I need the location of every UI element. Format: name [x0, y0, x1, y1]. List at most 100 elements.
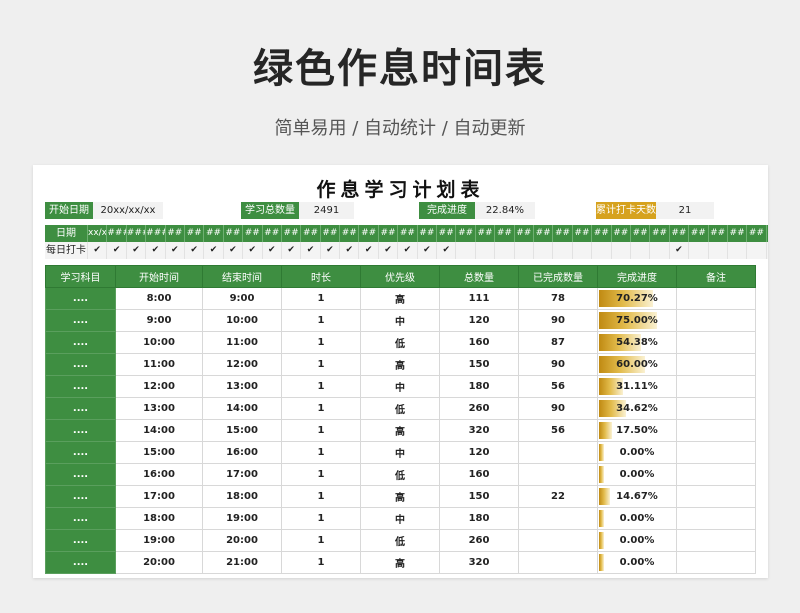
- checkin-cell[interactable]: [513, 242, 533, 259]
- done-count-cell[interactable]: 78: [518, 287, 598, 310]
- checkin-cell[interactable]: [591, 242, 611, 259]
- date-cell[interactable]: ##: [377, 225, 398, 242]
- subject-cell[interactable]: ....: [45, 353, 116, 376]
- priority-cell[interactable]: 中: [360, 441, 440, 464]
- subject-cell[interactable]: ....: [45, 419, 116, 442]
- checkin-cell[interactable]: ✔: [416, 242, 437, 259]
- subject-cell[interactable]: ....: [45, 463, 116, 486]
- priority-cell[interactable]: 高: [360, 485, 440, 508]
- checkin-cell[interactable]: ✔: [164, 242, 184, 259]
- progress-cell[interactable]: 0.00%: [597, 529, 677, 552]
- note-cell[interactable]: [676, 485, 756, 508]
- subject-cell[interactable]: ....: [45, 485, 116, 508]
- priority-cell[interactable]: 高: [360, 287, 440, 310]
- start-time-cell[interactable]: 16:00: [115, 463, 203, 486]
- subject-cell[interactable]: ....: [45, 551, 116, 574]
- date-cell[interactable]: ##: [629, 225, 650, 242]
- start-time-cell[interactable]: 20:00: [115, 551, 203, 574]
- date-cell[interactable]: ##: [436, 225, 456, 242]
- summary-value[interactable]: 2491: [299, 202, 354, 219]
- date-cell[interactable]: ##: [552, 225, 572, 242]
- note-cell[interactable]: [676, 507, 756, 530]
- date-cell[interactable]: ##: [532, 225, 553, 242]
- checkin-cell[interactable]: ✔: [145, 242, 165, 259]
- date-cell[interactable]: ##: [610, 225, 630, 242]
- done-count-cell[interactable]: 87: [518, 331, 598, 354]
- progress-cell[interactable]: 0.00%: [597, 463, 677, 486]
- checkin-cell[interactable]: [552, 242, 572, 259]
- priority-cell[interactable]: 中: [360, 507, 440, 530]
- date-cell[interactable]: ##: [339, 225, 359, 242]
- subject-cell[interactable]: ....: [45, 309, 116, 332]
- checkin-cell[interactable]: ✔: [183, 242, 204, 259]
- duration-cell[interactable]: 1: [281, 397, 361, 420]
- checkin-cell[interactable]: ✔: [358, 242, 378, 259]
- total-count-cell[interactable]: 150: [439, 485, 519, 508]
- checkin-cell[interactable]: [629, 242, 650, 259]
- priority-cell[interactable]: 低: [360, 529, 440, 552]
- checkin-cell[interactable]: ✔: [377, 242, 398, 259]
- end-time-cell[interactable]: 18:00: [202, 485, 282, 508]
- subject-cell[interactable]: ....: [45, 375, 116, 398]
- checkin-cell[interactable]: ✔: [125, 242, 146, 259]
- end-time-cell[interactable]: 11:00: [202, 331, 282, 354]
- note-cell[interactable]: [676, 419, 756, 442]
- date-cell[interactable]: ##: [765, 225, 768, 242]
- checkin-cell[interactable]: [707, 242, 727, 259]
- checkin-cell[interactable]: [532, 242, 553, 259]
- date-cell[interactable]: ##: [300, 225, 320, 242]
- note-cell[interactable]: [676, 331, 756, 354]
- date-cell[interactable]: ##: [242, 225, 262, 242]
- date-cell[interactable]: ###: [125, 225, 146, 242]
- priority-cell[interactable]: 低: [360, 397, 440, 420]
- priority-cell[interactable]: 高: [360, 353, 440, 376]
- end-time-cell[interactable]: 9:00: [202, 287, 282, 310]
- total-count-cell[interactable]: 120: [439, 441, 519, 464]
- date-cell[interactable]: ##: [319, 225, 340, 242]
- note-cell[interactable]: [676, 287, 756, 310]
- date-cell[interactable]: ##: [571, 225, 592, 242]
- date-cell[interactable]: ##: [358, 225, 378, 242]
- duration-cell[interactable]: 1: [281, 551, 361, 574]
- subject-cell[interactable]: ....: [45, 529, 116, 552]
- total-count-cell[interactable]: 120: [439, 309, 519, 332]
- start-time-cell[interactable]: 19:00: [115, 529, 203, 552]
- total-count-cell[interactable]: 160: [439, 463, 519, 486]
- checkin-cell[interactable]: [494, 242, 514, 259]
- done-count-cell[interactable]: 90: [518, 309, 598, 332]
- checkin-cell[interactable]: [688, 242, 708, 259]
- note-cell[interactable]: [676, 441, 756, 464]
- checkin-cell[interactable]: ✔: [397, 242, 417, 259]
- done-count-cell[interactable]: [518, 441, 598, 464]
- priority-cell[interactable]: 中: [360, 375, 440, 398]
- date-cell[interactable]: ###: [145, 225, 165, 242]
- date-cell[interactable]: ##: [726, 225, 747, 242]
- end-time-cell[interactable]: 19:00: [202, 507, 282, 530]
- priority-cell[interactable]: 低: [360, 463, 440, 486]
- note-cell[interactable]: [676, 309, 756, 332]
- summary-value[interactable]: 21: [656, 202, 714, 219]
- date-cell[interactable]: ##: [164, 225, 184, 242]
- start-time-cell[interactable]: 12:00: [115, 375, 203, 398]
- total-count-cell[interactable]: 260: [439, 397, 519, 420]
- checkin-cell[interactable]: ✔: [203, 242, 223, 259]
- date-cell[interactable]: ##: [649, 225, 669, 242]
- checkin-cell[interactable]: ✔: [261, 242, 281, 259]
- progress-cell[interactable]: 31.11%: [597, 375, 677, 398]
- checkin-cell[interactable]: [474, 242, 495, 259]
- done-count-cell[interactable]: 90: [518, 353, 598, 376]
- date-cell[interactable]: ##: [746, 225, 766, 242]
- date-cell[interactable]: ##: [203, 225, 223, 242]
- end-time-cell[interactable]: 14:00: [202, 397, 282, 420]
- date-cell[interactable]: ##: [455, 225, 475, 242]
- duration-cell[interactable]: 1: [281, 309, 361, 332]
- subject-cell[interactable]: ....: [45, 397, 116, 420]
- priority-cell[interactable]: 高: [360, 419, 440, 442]
- date-cell[interactable]: ##: [707, 225, 727, 242]
- end-time-cell[interactable]: 17:00: [202, 463, 282, 486]
- total-count-cell[interactable]: 111: [439, 287, 519, 310]
- checkin-cell[interactable]: ✔: [436, 242, 456, 259]
- duration-cell[interactable]: 1: [281, 441, 361, 464]
- start-time-cell[interactable]: 9:00: [115, 309, 203, 332]
- duration-cell[interactable]: 1: [281, 375, 361, 398]
